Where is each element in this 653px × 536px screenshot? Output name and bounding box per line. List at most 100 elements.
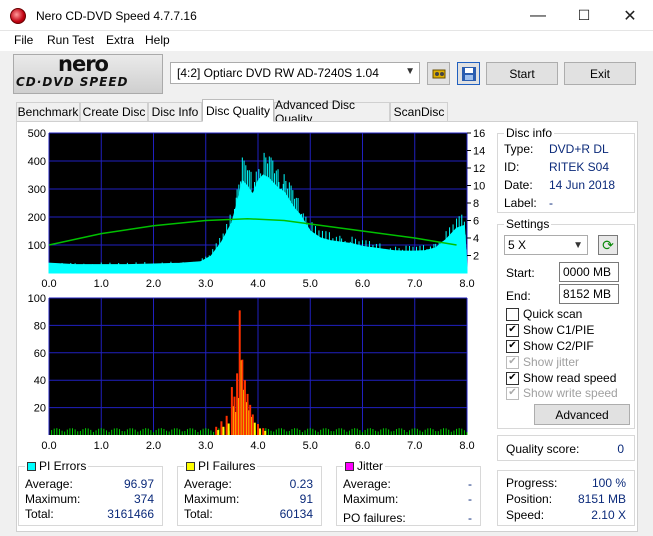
y-tick-label: 100: [28, 293, 46, 305]
close-button[interactable]: ✕: [607, 0, 653, 31]
pi-failures-maximum-label: Maximum:: [184, 492, 240, 506]
disc-label-label: Label:: [504, 196, 537, 210]
show-c1-pie-label: Show C1/PIE: [523, 323, 595, 337]
pi-errors-maximum-label: Maximum:: [25, 492, 81, 506]
progress-label: Progress:: [506, 476, 558, 490]
pi-errors-total-label: Total:: [25, 507, 54, 521]
quick-scan-checkbox[interactable]: Quick scan: [506, 307, 582, 321]
jitter-maximum-label: Maximum:: [343, 492, 399, 506]
jitter-title-wrap: Jitter: [343, 459, 386, 473]
x-tick-label: 1.0: [94, 278, 109, 290]
x-tick-label: 4.0: [250, 440, 265, 452]
quality-score-group: Quality score: 0: [497, 435, 635, 461]
x-tick-label: 3.0: [198, 278, 213, 290]
show-read-speed-checkbox[interactable]: ✔ Show read speed: [506, 371, 616, 385]
y2-tick-label: 10: [473, 181, 485, 193]
tab-disc-quality[interactable]: Disc Quality: [202, 99, 274, 122]
start-button[interactable]: Start: [486, 62, 558, 85]
pi-errors-average: 96.97: [123, 477, 154, 491]
start-label: Start:: [506, 266, 535, 280]
pi-failures-chart: 0.0 1.0 2.0 3.0 4.0 5.0 6.0 7.0 8.0 100 80 60 40 20: [28, 293, 475, 452]
x-tick-label: 2.0: [146, 278, 161, 290]
disc-date-value: 14 Jun 2018: [549, 178, 616, 192]
menu-run-test[interactable]: Run Test: [47, 33, 94, 47]
disc-date-label: Date:: [504, 178, 533, 192]
menu-bar: [0, 31, 653, 51]
show-jitter-label: Show jitter: [523, 355, 580, 369]
maximize-button[interactable]: ☐: [561, 0, 607, 31]
speed-select[interactable]: 5 X ▼: [504, 235, 588, 255]
y-tick-label: 400: [28, 156, 46, 168]
x-tick-label: 7.0: [407, 278, 422, 290]
y-tick-label: 40: [34, 375, 46, 387]
x-tick-label: 0.0: [41, 278, 56, 290]
jitter-legend-swatch: [345, 461, 354, 471]
jitter-average: -: [468, 477, 472, 491]
jitter-maximum: -: [468, 492, 472, 506]
pi-errors-total: 3161466: [107, 507, 154, 521]
pi-errors-chart: 0.0 1.0 2.0 3.0 4.0 5.0 6.0 7.0 8.0 500 400 300 200 1…: [28, 128, 486, 290]
exit-button[interactable]: Exit: [564, 62, 636, 85]
tab-create-disc[interactable]: Create Disc: [80, 102, 148, 121]
checkmark-icon: ✔: [506, 371, 519, 385]
checkmark-icon: ✔: [506, 355, 519, 369]
tab-benchmark[interactable]: Benchmark: [16, 102, 80, 121]
show-write-speed-checkbox[interactable]: ✔ Show write speed: [506, 386, 618, 400]
x-tick-label: 6.0: [355, 278, 370, 290]
checkmark-icon: ✔: [506, 386, 519, 400]
y-tick-label: 300: [28, 184, 46, 196]
show-c2-pif-checkbox[interactable]: ✔ Show C2/PIF: [506, 339, 594, 353]
x-tick-label: 8.0: [459, 440, 474, 452]
pi-failures-maximum: 91: [299, 492, 313, 506]
settings-group: Settings 5 X ▼ ⟳ Start: 0000 MB End: 815…: [497, 217, 635, 429]
pi-errors-average-label: Average:: [25, 477, 73, 491]
speed-select-value: 5 X: [508, 238, 527, 252]
window-title: Nero CD-DVD Speed 4.7.7.16: [36, 9, 197, 23]
position-value: 8151 MB: [577, 492, 626, 506]
menu-extra[interactable]: Extra: [106, 33, 134, 47]
progress-value: 100 %: [591, 476, 626, 490]
start-input[interactable]: 0000 MB: [559, 262, 619, 282]
y2-tick-label: 14: [473, 146, 485, 158]
nero-app-icon: [10, 8, 26, 24]
show-read-speed-label: Show read speed: [523, 371, 617, 385]
y-tick-label: 100: [28, 240, 46, 252]
pi-errors-maximum: 374: [133, 492, 154, 506]
save-button[interactable]: [457, 62, 480, 85]
y2-tick-label: 12: [473, 163, 485, 175]
y2-tick-label: 2: [473, 251, 479, 263]
minimize-button[interactable]: —: [515, 0, 561, 31]
refresh-speed-button[interactable]: ⟳: [598, 235, 618, 255]
y2-tick-label: 6: [473, 216, 479, 228]
quick-scan-label: Quick scan: [523, 307, 583, 321]
y2-tick-label: 8: [473, 198, 479, 210]
logo-text-nero: nero: [58, 52, 109, 76]
show-jitter-checkbox[interactable]: ✔ Show jitter: [506, 355, 579, 369]
logo-text-cd-dvd-speed: CD·DVD SPEED: [16, 75, 129, 89]
menu-file[interactable]: File: [14, 33, 33, 47]
end-input[interactable]: 8152 MB: [559, 284, 619, 304]
eject-button[interactable]: [427, 62, 450, 85]
jitter-group: Jitter Average: - Maximum: - PO failures…: [336, 459, 481, 526]
po-failures-value: -: [468, 511, 472, 525]
pi-failures-average-label: Average:: [184, 477, 232, 491]
disc-info-group: Disc info Type: DVD+R DL ID: RITEK S04 D…: [497, 126, 635, 213]
show-c1-pie-checkbox[interactable]: ✔ Show C1/PIE: [506, 323, 594, 337]
advanced-button[interactable]: Advanced: [534, 404, 630, 425]
show-write-speed-label: Show write speed: [523, 386, 618, 400]
drive-select[interactable]: [4:2] Optiarc DVD RW AD-7240S 1.04 ▼: [170, 62, 420, 84]
disc-label-value: -: [549, 196, 553, 210]
tab-scandisc[interactable]: ScanDisc: [390, 102, 448, 121]
show-c2-pif-label: Show C2/PIF: [523, 339, 594, 353]
eject-icon: [432, 69, 445, 78]
tab-advanced-disc-quality[interactable]: Advanced Disc Quality: [274, 98, 390, 126]
tab-disc-info[interactable]: Disc Info: [148, 102, 202, 121]
y2-tick-label: 4: [473, 233, 479, 245]
x-tick-label: 5.0: [303, 440, 318, 452]
y-tick-label: 60: [34, 348, 46, 360]
pi-errors-group: PI Errors Average: 96.97 Maximum: 374 To…: [18, 459, 163, 526]
quality-score-value: 0: [617, 442, 624, 456]
menu-help[interactable]: Help: [145, 33, 170, 47]
save-icon: [461, 66, 476, 81]
disc-info-title: Disc info: [504, 126, 555, 140]
